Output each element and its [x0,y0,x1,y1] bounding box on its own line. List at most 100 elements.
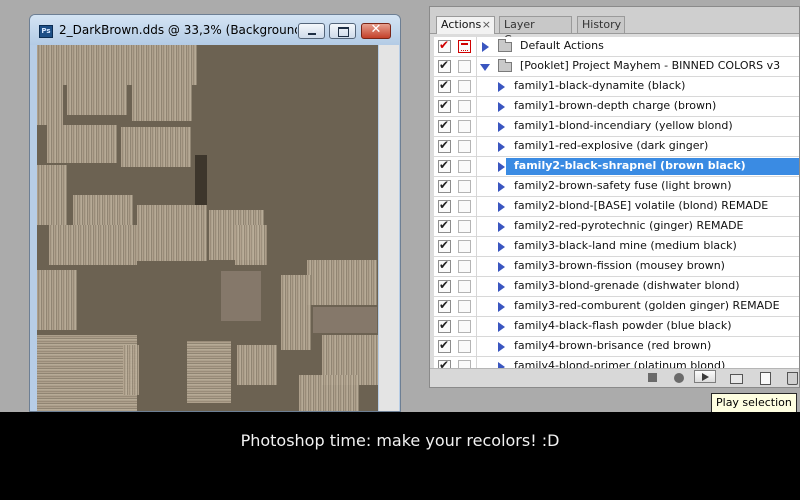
tab-close-icon[interactable]: × [482,17,491,32]
toggle-item-checkbox[interactable] [438,198,451,213]
caption-bar: Photoshop time: make your recolors! :D [0,412,800,500]
toggle-dialog-checkbox[interactable] [458,40,471,53]
toggle-dialog-checkbox[interactable] [458,340,471,353]
toggle-item-checkbox[interactable] [438,298,451,313]
toggle-dialog-checkbox[interactable] [458,240,471,253]
toggle-dialog-checkbox[interactable] [458,220,471,233]
expand-right-icon[interactable] [498,282,505,292]
tab-history[interactable]: History [577,16,625,33]
action-label: family2-brown-safety fuse (light brown) [514,179,732,192]
toggle-item-checkbox[interactable] [438,78,451,93]
expand-right-icon[interactable] [498,222,505,232]
column-divider [476,337,477,357]
action-label: family4-black-flash powder (blue black) [514,319,732,332]
toggle-item-checkbox[interactable] [438,238,451,253]
action-row[interactable]: family4-brown-brisance (red brown) [434,337,799,357]
expand-right-icon[interactable] [498,162,505,172]
toggle-item-checkbox[interactable] [438,178,451,193]
expand-right-icon[interactable] [498,182,505,192]
toggle-dialog-checkbox[interactable] [458,80,471,93]
action-row[interactable]: family2-blond-[BASE] volatile (blond) RE… [434,197,799,217]
texture-strip [299,375,359,411]
expand-right-icon[interactable] [482,42,489,52]
actions-panel[interactable]: Actions × Layer Comps History Default Ac… [429,6,800,388]
expand-right-icon[interactable] [498,322,505,332]
texture-strip [187,341,231,403]
expand-down-icon[interactable] [480,64,490,71]
expand-right-icon[interactable] [498,302,505,312]
toggle-dialog-checkbox[interactable] [458,140,471,153]
close-icon: ✕ [370,22,382,37]
document-scrollbar[interactable] [379,45,399,411]
play-selection-button[interactable] [694,370,716,383]
toggle-dialog-checkbox[interactable] [458,100,471,113]
action-set-row[interactable]: [Pooklet] Project Mayhem - BINNED COLORS… [434,57,799,77]
tab-layer-comps[interactable]: Layer Comps [499,16,572,46]
expand-right-icon[interactable] [498,342,505,352]
close-button[interactable]: ✕ [361,22,391,39]
toggle-dialog-checkbox[interactable] [458,180,471,193]
toggle-item-checkbox[interactable] [438,98,451,113]
action-row[interactable]: family3-black-land mine (medium black) [434,237,799,257]
toggle-dialog-checkbox[interactable] [458,160,471,173]
caption-text: Photoshop time: make your recolors! :D [240,431,560,450]
action-row[interactable]: family2-brown-safety fuse (light brown) [434,177,799,197]
stop-icon[interactable] [648,373,657,382]
expand-right-icon[interactable] [498,262,505,272]
document-title-bar[interactable]: Ps 2_DarkBrown.dds @ 33,3% (Background c… [30,15,400,45]
maximize-icon [338,27,349,37]
action-row[interactable]: family3-red-comburent (golden ginger) RE… [434,297,799,317]
action-row[interactable]: family1-black-dynamite (black) [434,77,799,97]
toggle-item-checkbox[interactable] [438,278,451,293]
new-set-icon[interactable] [730,374,743,384]
action-label: family1-brown-depth charge (brown) [514,99,717,112]
action-row[interactable]: family2-black-shrapnel (brown black) [434,157,799,177]
trash-icon[interactable] [787,372,798,385]
tab-actions[interactable]: Actions × [436,16,495,34]
action-row[interactable]: family4-black-flash powder (blue black) [434,317,799,337]
expand-right-icon[interactable] [498,82,505,92]
toggle-item-checkbox[interactable] [438,58,451,73]
expand-right-icon[interactable] [498,202,505,212]
action-label: family3-blond-grenade (dishwater blond) [514,279,740,292]
toggle-item-checkbox[interactable] [438,218,451,233]
action-row[interactable]: family3-brown-fission (mousey brown) [434,257,799,277]
new-action-icon[interactable] [760,372,771,385]
document-window[interactable]: Ps 2_DarkBrown.dds @ 33,3% (Background c… [29,14,401,412]
maximize-button[interactable] [329,23,356,39]
toggle-item-checkbox[interactable] [438,338,451,353]
action-label: family3-black-land mine (medium black) [514,239,737,252]
expand-right-icon[interactable] [498,102,505,112]
expand-right-icon[interactable] [498,242,505,252]
texture-strip [281,275,311,350]
toggle-item-checkbox[interactable] [438,158,451,173]
texture-shadow [195,155,207,210]
toggle-item-checkbox[interactable] [438,118,451,133]
action-row[interactable]: family2-red-pyrotechnic (ginger) REMADE [434,217,799,237]
toggle-dialog-checkbox[interactable] [458,260,471,273]
record-icon[interactable] [674,373,684,383]
action-row[interactable]: family3-blond-grenade (dishwater blond) [434,277,799,297]
tab-actions-label: Actions [441,18,482,31]
actions-toolbar [430,368,799,387]
minimize-button[interactable] [298,23,325,39]
action-row[interactable]: family1-blond-incendiary (yellow blond) [434,117,799,137]
toggle-dialog-checkbox[interactable] [458,60,471,73]
action-row[interactable]: family1-red-explosive (dark ginger) [434,137,799,157]
toggle-dialog-checkbox[interactable] [458,280,471,293]
toggle-item-checkbox[interactable] [438,258,451,273]
toggle-dialog-checkbox[interactable] [458,300,471,313]
toggle-dialog-checkbox[interactable] [458,120,471,133]
action-set-row[interactable]: Default Actions [434,37,799,57]
expand-right-icon[interactable] [498,122,505,132]
toggle-dialog-checkbox[interactable] [458,320,471,333]
toggle-item-checkbox[interactable] [438,38,451,53]
actions-list[interactable]: Default Actions [Pooklet] Project Mayhem … [434,37,799,371]
expand-right-icon[interactable] [498,142,505,152]
toggle-dialog-checkbox[interactable] [458,200,471,213]
texture-strip [37,165,67,225]
toggle-item-checkbox[interactable] [438,318,451,333]
toggle-item-checkbox[interactable] [438,138,451,153]
action-row[interactable]: family1-brown-depth charge (brown) [434,97,799,117]
image-canvas[interactable] [37,45,378,411]
